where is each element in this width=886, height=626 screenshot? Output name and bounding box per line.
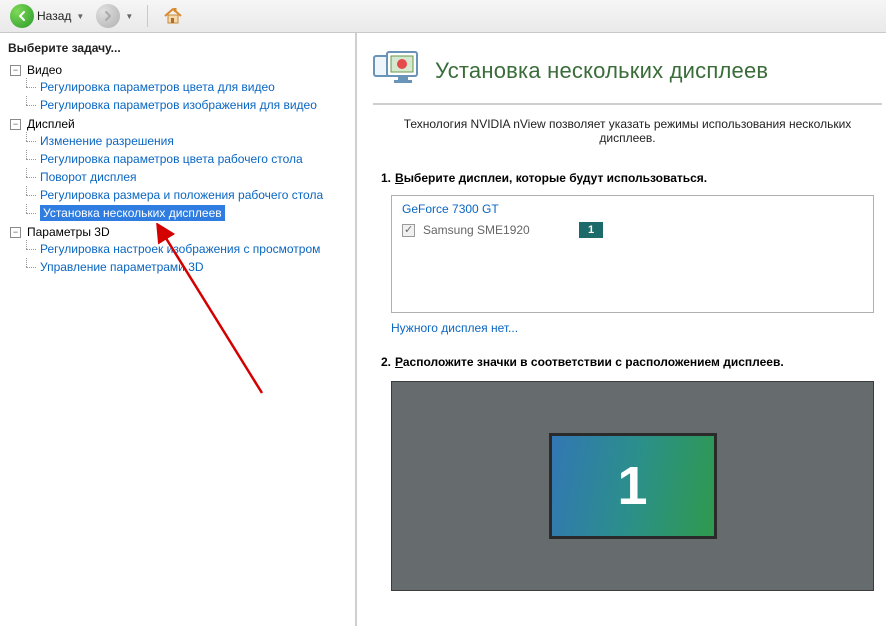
- tree-link-selected[interactable]: Установка нескольких дисплеев: [40, 205, 225, 221]
- step-2-heading: 2. Расположите значки в соответствии с ра…: [373, 349, 882, 375]
- tree-group-video: − Видео Регулировка параметров цвета для…: [10, 61, 349, 115]
- toolbar-separator: [147, 5, 148, 27]
- step-text: асположите значки в соответствии с распо…: [403, 355, 784, 369]
- monitor-number: 1: [617, 455, 647, 517]
- back-arrow-icon: [10, 4, 34, 28]
- back-button[interactable]: Назад ▼: [6, 2, 88, 30]
- tree-item[interactable]: Регулировка размера и положения рабочего…: [26, 186, 349, 204]
- task-header: Выберите задачу...: [0, 33, 355, 61]
- tree-link[interactable]: Управление параметрами 3D: [40, 260, 204, 274]
- tree-link[interactable]: Регулировка параметров цвета для видео: [40, 80, 275, 94]
- tree-link[interactable]: Регулировка параметров цвета рабочего ст…: [40, 152, 303, 166]
- tree-item[interactable]: Регулировка параметров изображения для в…: [26, 96, 349, 114]
- tree-link[interactable]: Изменение разрешения: [40, 134, 174, 148]
- sidebar: Выберите задачу... − Видео Регулировка п…: [0, 33, 357, 626]
- tree-item[interactable]: Регулировка настроек изображения с просм…: [26, 240, 349, 258]
- display-checkbox[interactable]: [402, 224, 415, 237]
- toolbar: Назад ▼ ▼: [0, 0, 886, 33]
- tree-item[interactable]: Управление параметрами 3D: [26, 258, 349, 276]
- step-1-heading: 1. Выберите дисплеи, которые будут исполь…: [373, 165, 882, 191]
- display-row[interactable]: Samsung SME1920 1: [402, 222, 863, 238]
- multi-display-icon: [373, 48, 419, 94]
- tree-group-3d: − Параметры 3D Регулировка настроек изоб…: [10, 223, 349, 277]
- tree-link[interactable]: Регулировка размера и положения рабочего…: [40, 188, 323, 202]
- forward-button[interactable]: ▼: [92, 2, 137, 30]
- missing-display-link[interactable]: Нужного дисплея нет...: [373, 317, 518, 349]
- step-number: 1.: [381, 171, 391, 185]
- step-number: 2.: [381, 355, 391, 369]
- tree-item[interactable]: Регулировка параметров цвета рабочего ст…: [26, 150, 349, 168]
- intro-text: Технология NVIDIA nView позволяет указат…: [373, 105, 882, 165]
- tree-group-label[interactable]: Дисплей: [27, 116, 75, 132]
- display-label: Samsung SME1920: [423, 223, 530, 237]
- display-selection-box: GeForce 7300 GT Samsung SME1920 1: [391, 195, 874, 313]
- step-accel: Р: [395, 355, 403, 369]
- gpu-name: GeForce 7300 GT: [402, 202, 863, 216]
- display-number-badge: 1: [579, 222, 603, 238]
- back-label: Назад: [37, 9, 71, 23]
- monitor-thumbnail[interactable]: 1: [549, 433, 717, 539]
- forward-arrow-icon: [96, 4, 120, 28]
- expander-icon[interactable]: −: [10, 119, 21, 130]
- nav-tree: − Видео Регулировка параметров цвета для…: [0, 61, 355, 283]
- tree-item[interactable]: Поворот дисплея: [26, 168, 349, 186]
- tree-group-display: − Дисплей Изменение разрешения Регулиров…: [10, 115, 349, 223]
- tree-group-label[interactable]: Видео: [27, 62, 62, 78]
- tree-item[interactable]: Изменение разрешения: [26, 132, 349, 150]
- display-arrangement-area[interactable]: 1: [391, 381, 874, 591]
- back-dropdown-icon[interactable]: ▼: [76, 12, 84, 21]
- expander-icon[interactable]: −: [10, 65, 21, 76]
- tree-link[interactable]: Поворот дисплея: [40, 170, 137, 184]
- tree-link[interactable]: Регулировка настроек изображения с просм…: [40, 242, 320, 256]
- tree-link[interactable]: Регулировка параметров изображения для в…: [40, 98, 317, 112]
- page-header: Установка нескольких дисплеев: [373, 39, 882, 105]
- step-text: ыберите дисплеи, которые будут использов…: [404, 171, 707, 185]
- expander-icon[interactable]: −: [10, 227, 21, 238]
- page-title: Установка нескольких дисплеев: [435, 58, 768, 84]
- step-accel: В: [395, 171, 404, 185]
- tree-group-label[interactable]: Параметры 3D: [27, 224, 110, 240]
- tree-item[interactable]: Регулировка параметров цвета для видео: [26, 78, 349, 96]
- tree-item[interactable]: Установка нескольких дисплеев: [26, 204, 349, 222]
- forward-dropdown-icon[interactable]: ▼: [125, 12, 133, 21]
- content-pane: Установка нескольких дисплеев Технология…: [357, 33, 886, 626]
- home-button[interactable]: [158, 3, 188, 29]
